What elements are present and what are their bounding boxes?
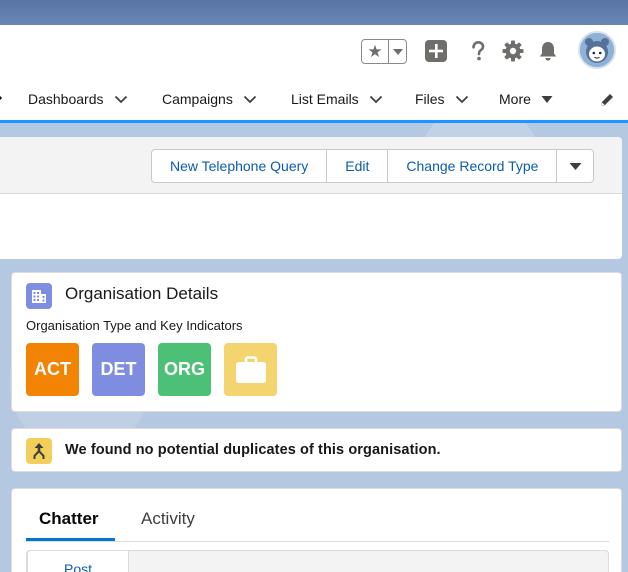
nav-item-label: Campaigns (162, 91, 233, 107)
card-title: Organisation Details (65, 284, 219, 303)
tab-divider (26, 541, 609, 542)
more-actions-button[interactable] (557, 150, 593, 182)
card-subtitle: Organisation Type and Key Indicators (26, 318, 243, 333)
global-header: ★ (0, 25, 628, 77)
badge-act[interactable]: ACT (26, 343, 79, 396)
edit-nav-button[interactable] (599, 92, 615, 113)
badge-briefcase[interactable] (224, 343, 277, 396)
organisation-details-card: Organisation Details Organisation Type a… (11, 272, 622, 412)
help-icon (472, 40, 485, 61)
chevron-down-icon[interactable] (243, 91, 257, 107)
nav-item-label: Dashboards (28, 91, 104, 107)
gear-icon (502, 40, 524, 62)
favorites-star-button[interactable]: ★ (362, 40, 389, 63)
badge-det[interactable]: DET (92, 343, 145, 396)
nav-item-label: More (499, 91, 531, 107)
nav-item-files[interactable]: Files (415, 77, 469, 121)
badge-label: ACT (34, 359, 71, 379)
chevron-down-icon[interactable] (114, 91, 128, 107)
tab-activity[interactable]: Activity (141, 509, 195, 529)
nav-item-label: Files (415, 91, 445, 107)
publisher-tab-post[interactable]: Post (27, 550, 129, 572)
chevron-down-icon[interactable] (369, 91, 383, 107)
nav-item-list-emails[interactable]: List Emails (291, 77, 383, 121)
record-actions-group: New Telephone Query Edit Change Record T… (151, 149, 595, 183)
active-tab-indicator (26, 538, 115, 541)
badge-org[interactable]: ORG (158, 343, 211, 396)
nav-item-campaigns[interactable]: Campaigns (162, 77, 257, 121)
caret-down-icon (541, 91, 553, 107)
caret-down-icon (569, 162, 582, 170)
edit-button[interactable]: Edit (327, 150, 389, 182)
app-navigation-bar: Dashboards Campaigns List Emails Files M… (0, 77, 628, 123)
button-label: Edit (345, 158, 370, 174)
nav-item-dashboards[interactable]: Dashboards (28, 77, 128, 121)
chatter-publisher: Post (26, 550, 609, 572)
record-header: New Telephone Query Edit Change Record T… (0, 137, 622, 259)
badge-label: ORG (163, 359, 205, 379)
star-icon: ★ (367, 41, 383, 61)
notifications-button[interactable] (536, 39, 560, 63)
button-label: New Telephone Query (170, 158, 309, 174)
tab-chatter[interactable]: Chatter (39, 509, 99, 529)
change-record-type-button[interactable]: Change Record Type (388, 150, 558, 182)
caret-down-icon (392, 48, 403, 55)
help-button[interactable] (466, 39, 490, 63)
user-avatar-icon (580, 33, 614, 67)
global-actions-button[interactable] (424, 39, 448, 63)
record-header-bar: New Telephone Query Edit Change Record T… (0, 137, 622, 194)
duplicates-card: We found no potential duplicates of this… (11, 428, 622, 472)
button-label: Change Record Type (406, 158, 539, 174)
building-icon (26, 283, 52, 309)
publisher-tab-label: Post (63, 561, 92, 572)
top-banner (0, 0, 628, 25)
bell-icon (539, 42, 557, 61)
pencil-icon (601, 94, 613, 106)
activity-tabs-card: Chatter Activity Post (11, 488, 622, 572)
nav-item-more[interactable]: More (499, 77, 553, 121)
duplicates-message: We found no potential duplicates of this… (65, 442, 441, 458)
avatar[interactable] (578, 31, 616, 69)
briefcase-icon (235, 355, 266, 383)
chevron-down-icon[interactable] (455, 91, 469, 107)
nav-overflow-chevron-icon (0, 91, 4, 109)
new-telephone-query-button[interactable]: New Telephone Query (152, 150, 328, 182)
badge-label: DET (100, 359, 137, 379)
favorites-button-group: ★ (361, 39, 407, 64)
favorites-menu-button[interactable] (389, 40, 406, 63)
setup-button[interactable] (501, 39, 525, 63)
plus-icon (425, 40, 447, 62)
merge-icon (26, 438, 52, 464)
nav-item-label: List Emails (291, 91, 359, 107)
